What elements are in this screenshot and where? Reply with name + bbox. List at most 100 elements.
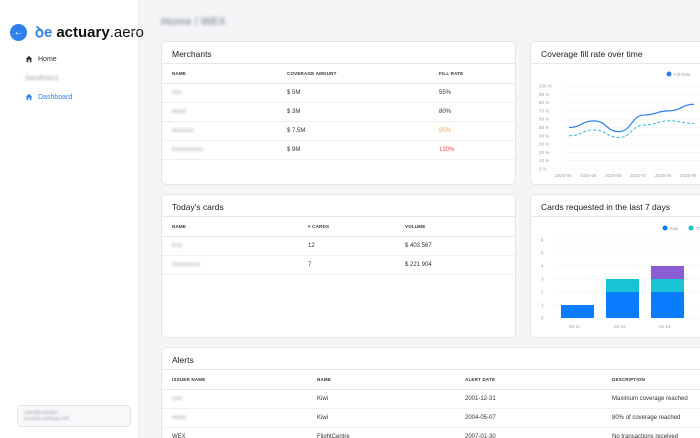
sidebar-item-label: Sandman1 [25, 74, 59, 82]
card-volume: $ 221 904 [395, 255, 515, 275]
table-row[interactable]: Mxxx Kiwi 2004-05-07 80% of coverage rea… [162, 408, 700, 428]
sidebar-item-sandbox[interactable]: Sandman1 [25, 72, 72, 84]
bar-segment [606, 292, 639, 318]
y-tick-label: 10 % [539, 158, 549, 163]
x-tick-label: 2025-08 [655, 173, 672, 178]
alert-name: Kiwi [307, 408, 455, 428]
fill-rate: 120% [429, 140, 515, 160]
y-tick-label: 0 % [539, 167, 547, 172]
alerts-card: Alerts ISSUER NAME NAME ALERT DATE DESCR… [161, 347, 700, 438]
y-tick-label: 3 [541, 277, 544, 282]
sidebar: ← ꝺe actuary.aero << Home Sandman1 Dashb… [0, 0, 144, 438]
alert-description: 80% of coverage reached [602, 408, 700, 428]
y-tick-label: 80 % [539, 100, 549, 105]
x-tick-label: 02-13 [659, 324, 671, 329]
issuer-name: Mxxx [162, 408, 307, 428]
user-account-panel[interactable]: user@example account settings info [17, 405, 131, 427]
issuer-name: Sxx [162, 389, 307, 409]
logo-mark: ꝺe [35, 24, 53, 41]
column-header[interactable]: COVERAGE AMOUNT [277, 64, 429, 84]
merchant-name: Sxx [162, 83, 277, 103]
y-tick-label: 2 [541, 290, 544, 295]
coverage-amount: $ 5M [277, 83, 429, 103]
x-tick-label: 02-12 [614, 324, 626, 329]
collapse-sidebar-icon[interactable]: << [131, 27, 142, 37]
y-tick-label: 40 % [539, 133, 549, 138]
y-tick-label: 70 % [539, 108, 549, 113]
alert-description: Maximum coverage reached [602, 389, 700, 409]
home-icon [25, 93, 33, 101]
card-count: 12 [298, 236, 395, 256]
cards-requested-chart-card: Cards requested in the last 7 days Kiwi T… [530, 194, 700, 338]
card-title: Today's cards [162, 195, 515, 217]
table-row[interactable]: Mxxx $ 3M 80% [162, 102, 515, 122]
card-name: Bxxxxxxxx [162, 255, 298, 275]
bar-segment [651, 279, 684, 292]
merchant-name: Mxxx [162, 102, 277, 122]
y-tick-label: 30 % [539, 142, 549, 147]
table-row[interactable]: Bxxxxxxxx 7 $ 221 904 [162, 255, 515, 275]
table-row[interactable]: Bxxxxxx $ 7.5M 95% [162, 121, 515, 141]
card-volume: $ 403 567 [395, 236, 515, 256]
coverage-line-chart: Fill Rate 100 % 90 % 80 % 70 % 60 % 50 % 40 % 30… [539, 71, 700, 178]
column-header[interactable]: VOLUME [395, 217, 515, 237]
column-header[interactable]: NAME [307, 370, 455, 390]
alert-date: 2007-01-30 [455, 427, 602, 438]
card-title: Merchants [162, 42, 515, 64]
back-arrow-icon[interactable]: ← [10, 23, 27, 41]
table-row[interactable]: Sxx $ 5M 55% [162, 83, 515, 103]
todays-cards-table: NAME # CARDS VOLUME Kxx 12 $ 403 567 Bxx… [162, 217, 515, 275]
legend-swatch [688, 225, 694, 231]
y-tick-label: 20 % [539, 150, 549, 155]
sidebar-item-home[interactable]: Home [25, 53, 72, 65]
legend-label: To [696, 226, 700, 231]
alert-date: 2001-12-31 [455, 389, 602, 409]
sidebar-item-dashboard[interactable]: Dashboard [25, 91, 72, 103]
x-tick-label: 02-11 [569, 324, 581, 329]
y-tick-label: 100 % [539, 84, 552, 89]
cards-requested-bar-chart: Kiwi To 6 5 4 3 2 1 0 02-11 02-12 02-13 [541, 225, 700, 329]
table-row[interactable]: Sxx Kiwi 2001-12-31 Maximum coverage rea… [162, 389, 700, 409]
alert-name: Kiwi [307, 389, 455, 409]
x-tick-label: 2025-07 [630, 173, 647, 178]
y-tick-label: 1 [541, 303, 544, 308]
y-tick-label: 4 [541, 264, 544, 269]
column-header[interactable]: FILL RATE [429, 64, 515, 84]
table-row[interactable]: WEX FlightCentre 2007-01-30 No transacti… [162, 427, 700, 438]
user-info: account settings info [24, 416, 70, 422]
x-tick-label: 2025-04 [555, 173, 572, 178]
alert-date: 2004-05-07 [455, 408, 602, 428]
merchant-name: Kxxxxxxxxx [162, 140, 277, 160]
column-header[interactable]: NAME [162, 217, 298, 237]
bar-segment [651, 266, 684, 279]
card-title: Coverage fill rate over time [531, 42, 700, 64]
bar-segment [606, 279, 639, 292]
logo: ← ꝺe actuary.aero [10, 22, 144, 42]
bar-segment [651, 292, 684, 318]
sidebar-item-label: Dashboard [38, 93, 73, 101]
legend-swatch [666, 71, 672, 77]
column-header[interactable]: DESCRIPTION [602, 370, 700, 390]
merchants-card: Merchants NAME COVERAGE AMOUNT FILL RATE… [161, 41, 516, 185]
todays-cards-card: Today's cards NAME # CARDS VOLUME Kxx 12… [161, 194, 516, 338]
y-tick-label: 6 [541, 238, 544, 243]
table-row[interactable]: Kxx 12 $ 403 567 [162, 236, 515, 256]
y-tick-label: 5 [541, 251, 544, 256]
fill-rate: 55% [429, 83, 515, 103]
x-tick-label: 2025-09 [680, 173, 697, 178]
issuer-name: WEX [162, 427, 307, 438]
card-title: Cards requested in the last 7 days [531, 195, 700, 217]
column-header[interactable]: # CARDS [298, 217, 395, 237]
coverage-amount: $ 9M [277, 140, 429, 160]
column-header[interactable]: ALERT DATE [455, 370, 602, 390]
coverage-amount: $ 3M [277, 102, 429, 122]
column-header[interactable]: ISSUER NAME [162, 370, 307, 390]
bar-segment [561, 305, 594, 318]
table-row[interactable]: Kxxxxxxxxx $ 9M 120% [162, 140, 515, 160]
column-header[interactable]: NAME [162, 64, 277, 84]
home-icon [25, 55, 33, 63]
y-tick-label: 90 % [539, 92, 549, 97]
x-tick-label: 2025-05 [580, 173, 597, 178]
fill-rate: 80% [429, 102, 515, 122]
coverage-chart-card: Coverage fill rate over time Fill Rate 10… [530, 41, 700, 185]
